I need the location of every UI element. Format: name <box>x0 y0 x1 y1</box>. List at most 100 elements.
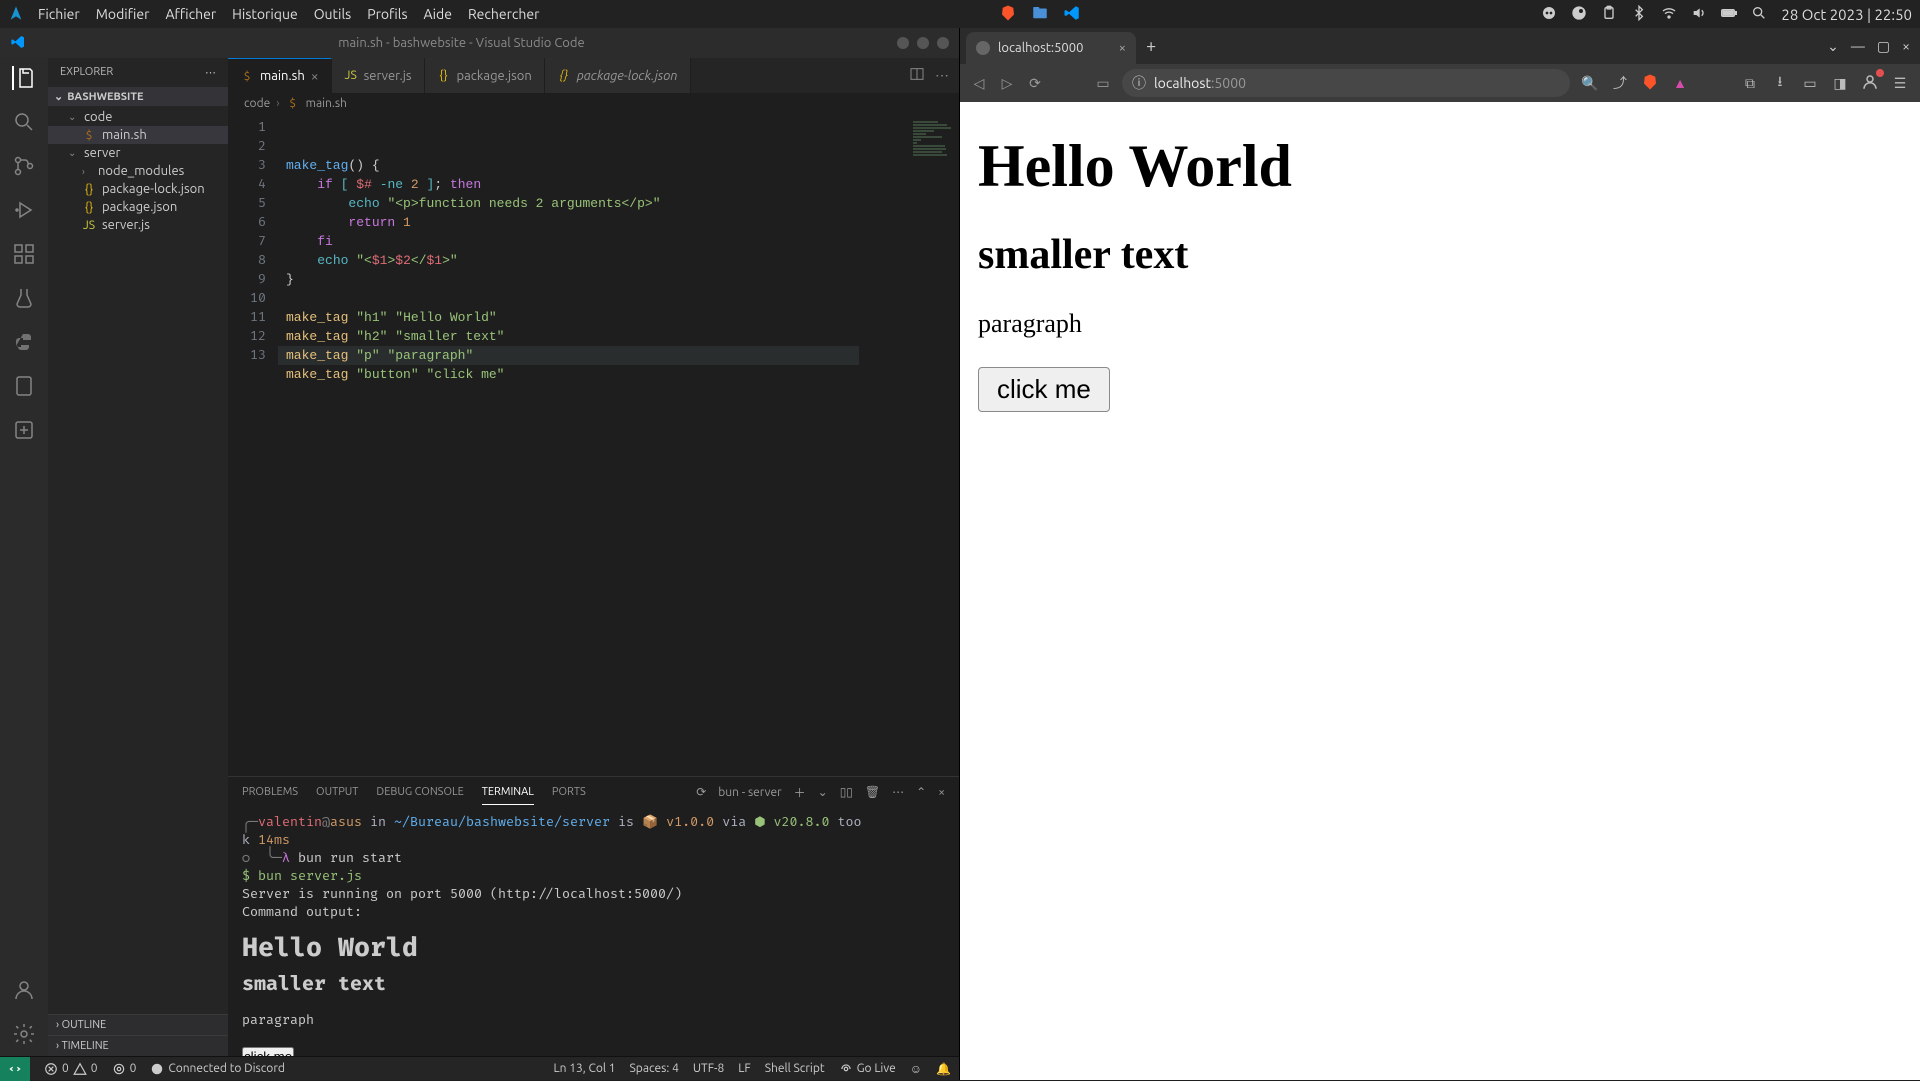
file-main-sh[interactable]: $main.sh <box>48 126 228 144</box>
code-area[interactable]: make_tag() { if [ $# -ne 2 ]; then echo … <box>278 114 909 776</box>
site-info-icon[interactable]: ⓘ <box>1132 73 1146 93</box>
extensions-icon[interactable]: ⧉ <box>1740 75 1760 92</box>
taskbar-brave-icon[interactable] <box>999 4 1017 25</box>
taskbar-files-icon[interactable] <box>1031 4 1049 25</box>
file-package-json[interactable]: {}package.json <box>48 198 228 216</box>
share-icon[interactable]: ⤴ <box>1610 73 1630 93</box>
minimap[interactable] <box>909 114 959 776</box>
extensions-activity-icon[interactable] <box>12 242 36 266</box>
brave-shields-icon[interactable] <box>1640 73 1660 94</box>
python-activity-icon[interactable] <box>12 330 36 354</box>
folder-code[interactable]: ⌄code <box>48 108 228 126</box>
more-icon[interactable]: ⋯ <box>935 67 949 84</box>
more-icon[interactable]: ⋯ <box>205 66 216 79</box>
status-feedback-icon[interactable]: ☺ <box>910 1062 922 1076</box>
downloads-icon[interactable]: ⭳ <box>1770 71 1790 95</box>
battery-tray-icon[interactable] <box>1721 5 1737 24</box>
volume-tray-icon[interactable] <box>1691 5 1707 24</box>
tab-package-json[interactable]: {}package.json <box>425 58 545 93</box>
outline-section[interactable]: › OUTLINE <box>48 1014 228 1035</box>
browser-tab[interactable]: localhost:5000 × <box>966 32 1136 64</box>
page-button[interactable]: click me <box>978 367 1110 412</box>
status-golive[interactable]: Go Live <box>839 1062 896 1076</box>
folder-node-modules[interactable]: ›node_modules <box>48 162 228 180</box>
status-ports[interactable]: 0 <box>112 1062 137 1076</box>
status-encoding[interactable]: UTF-8 <box>693 1062 724 1075</box>
crumb-code[interactable]: code <box>244 97 270 110</box>
close-panel-icon[interactable]: × <box>938 786 945 799</box>
menu-outils[interactable]: Outils <box>314 6 352 22</box>
menu-historique[interactable]: Historique <box>232 6 298 22</box>
clock[interactable]: 28 Oct 2023 | 22:50 <box>1781 6 1912 23</box>
window-minimize-icon[interactable]: — <box>1851 38 1865 55</box>
window-traffic-lights[interactable] <box>897 37 949 49</box>
file-package-lock[interactable]: {}package-lock.json <box>48 180 228 198</box>
tab-main-sh[interactable]: $main.sh× <box>228 58 332 93</box>
search-tray-icon[interactable] <box>1751 5 1767 24</box>
status-cursor-pos[interactable]: Ln 13, Col 1 <box>554 1062 616 1075</box>
clipboard-tray-icon[interactable] <box>1601 5 1617 24</box>
folder-server[interactable]: ⌄server <box>48 144 228 162</box>
workspace-root[interactable]: ⌄ BASHWEBSITE <box>48 87 228 106</box>
panel-tab-terminal[interactable]: TERMINAL <box>482 780 534 805</box>
status-discord[interactable]: Connected to Discord <box>150 1062 285 1076</box>
new-tab-button[interactable]: + <box>1136 36 1166 56</box>
wallet-icon[interactable]: ▭ <box>1800 75 1820 92</box>
new-terminal-icon[interactable]: ＋ <box>794 784 806 801</box>
close-tab-icon[interactable]: × <box>311 68 319 84</box>
status-errors[interactable]: 0 0 <box>44 1062 98 1076</box>
menu-afficher[interactable]: Afficher <box>165 6 216 22</box>
explorer-activity-icon[interactable] <box>12 66 36 90</box>
panel-tab-debug[interactable]: DEBUG CONSOLE <box>376 780 463 804</box>
sidepanel-icon[interactable]: ◨ <box>1830 75 1850 92</box>
tab-package-lock[interactable]: {}package-lock.json <box>545 58 691 93</box>
menu-aide[interactable]: Aide <box>424 6 452 22</box>
file-activity-icon[interactable] <box>12 374 36 398</box>
accounts-activity-icon[interactable] <box>12 978 36 1002</box>
reader-mode-icon[interactable]: ▭ <box>1094 75 1112 92</box>
nav-back-icon[interactable]: ◁ <box>970 75 988 92</box>
menu-rechercher[interactable]: Rechercher <box>468 6 539 22</box>
search-activity-icon[interactable] <box>12 110 36 134</box>
panel-tab-problems[interactable]: PROBLEMS <box>242 780 298 804</box>
menu-modifier[interactable]: Modifier <box>96 6 150 22</box>
nav-reload-icon[interactable]: ⟳ <box>1026 75 1044 92</box>
app-menu-icon[interactable]: ☰ <box>1890 75 1910 92</box>
profile-icon[interactable] <box>1860 73 1880 94</box>
menu-profils[interactable]: Profils <box>367 6 407 22</box>
remote-indicator[interactable] <box>0 1057 30 1081</box>
debug-activity-icon[interactable] <box>12 198 36 222</box>
split-terminal-icon[interactable]: ▯▯ <box>840 785 853 799</box>
breadcrumbs[interactable]: code › $ main.sh <box>228 93 959 114</box>
settings-activity-icon[interactable] <box>12 1022 36 1046</box>
terminal-task-label[interactable]: bun - server <box>718 786 781 799</box>
window-maximize-icon[interactable]: ▢ <box>1877 38 1890 55</box>
window-minimize-icon[interactable] <box>897 37 909 49</box>
status-eol[interactable]: LF <box>738 1062 750 1075</box>
tab-server-js[interactable]: JSserver.js <box>332 58 425 93</box>
window-close-icon[interactable] <box>937 37 949 49</box>
maximize-panel-icon[interactable]: ⌃ <box>916 785 926 799</box>
steam-tray-icon[interactable] <box>1571 5 1587 24</box>
tab-search-icon[interactable]: ⌄ <box>1827 38 1839 55</box>
status-language[interactable]: Shell Script <box>765 1062 825 1075</box>
taskbar-vscode-icon[interactable] <box>1063 4 1081 25</box>
menu-fichier[interactable]: Fichier <box>38 6 80 22</box>
kill-terminal-icon[interactable]: 🗑 <box>865 785 880 799</box>
url-bar[interactable]: ⓘ localhost:5000 <box>1122 69 1570 97</box>
status-bell-icon[interactable]: 🔔 <box>936 1062 951 1076</box>
file-server-js[interactable]: JSserver.js <box>48 216 228 234</box>
text-editor[interactable]: 12345678910111213 make_tag() { if [ $# -… <box>228 114 959 776</box>
ext-activity-icon[interactable] <box>12 418 36 442</box>
panel-tab-output[interactable]: OUTPUT <box>316 780 358 804</box>
source-control-activity-icon[interactable] <box>12 154 36 178</box>
bluetooth-tray-icon[interactable] <box>1631 5 1647 24</box>
split-editor-icon[interactable] <box>909 66 925 85</box>
testing-activity-icon[interactable] <box>12 286 36 310</box>
zoom-icon[interactable]: 🔍 <box>1580 75 1600 92</box>
close-tab-icon[interactable]: × <box>1119 41 1126 55</box>
window-maximize-icon[interactable] <box>917 37 929 49</box>
nav-forward-icon[interactable]: ▷ <box>998 75 1016 92</box>
crumb-file[interactable]: main.sh <box>306 97 347 110</box>
terminal-dropdown-icon[interactable]: ⌄ <box>818 785 828 799</box>
